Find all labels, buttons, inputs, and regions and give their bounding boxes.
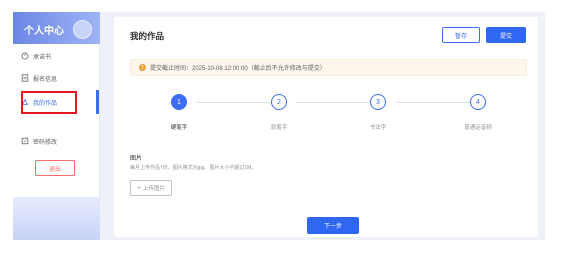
sidebar-item-password[interactable]: 密码修改 xyxy=(21,135,57,147)
step-1-circle[interactable]: 1 xyxy=(171,94,187,110)
plus-icon: + xyxy=(136,184,142,192)
upload-button-label: 上传图片 xyxy=(143,186,166,192)
sidebar-header: 个人中心 xyxy=(13,12,100,44)
edit-icon xyxy=(21,137,29,145)
step-connector xyxy=(296,102,378,103)
step-connector xyxy=(196,102,270,103)
sidebar-item-label: 密码修改 xyxy=(33,139,58,146)
page-title: 我的作品 xyxy=(130,31,165,41)
submit-button[interactable]: 提交 xyxy=(486,27,526,43)
step-2-label: 软笔字 xyxy=(270,125,288,131)
step-1-label: 硬笔字 xyxy=(170,125,188,131)
app-shell: 个人中心 承诺书 报名信息 我的作品 密码修改 退出 我的作品 暂存 提交 ! … xyxy=(13,12,545,240)
logout-button[interactable]: 退出 xyxy=(35,160,75,176)
step-4-circle[interactable]: 4 xyxy=(470,94,486,110)
shield-icon xyxy=(21,52,29,60)
sidebar-item-label: 报名信息 xyxy=(33,76,58,83)
sidebar: 个人中心 承诺书 报名信息 我的作品 密码修改 退出 xyxy=(13,12,100,240)
deadline-notice: ! 提交截止时间：2025-10-08 12:00:00（截止后不允许修改与提交… xyxy=(130,59,527,76)
main-panel: 我的作品 暂存 提交 ! 提交截止时间：2025-10-08 12:00:00（… xyxy=(114,17,538,237)
next-step-button[interactable]: 下一步 xyxy=(307,217,359,234)
avatar xyxy=(73,20,92,39)
step-3-label: 书法字 xyxy=(369,125,387,131)
upload-image-button[interactable]: + 上传图片 xyxy=(130,180,172,196)
step-4-label: 普通话音频 xyxy=(464,125,492,131)
notice-text: 提交截止时间：2025-10-08 12:00:00（截止后不允许修改与提交） xyxy=(150,66,326,72)
sidebar-active-indicator xyxy=(96,90,99,114)
sidebar-decoration xyxy=(13,197,100,240)
sidebar-item-commitment[interactable]: 承诺书 xyxy=(21,50,51,62)
sidebar-item-label: 承诺书 xyxy=(33,54,52,61)
step-connector xyxy=(396,102,476,103)
upload-label: 图片 xyxy=(130,156,143,162)
warning-icon: ! xyxy=(139,64,146,71)
form-icon xyxy=(21,74,29,82)
upload-hint: 每月上传作品7份，图片格式为jpg、图片大小不超过1M。 xyxy=(130,165,257,171)
step-3-circle[interactable]: 3 xyxy=(370,94,386,110)
sidebar-item-registration[interactable]: 报名信息 xyxy=(21,72,57,84)
highlight-box xyxy=(21,91,77,114)
save-draft-button[interactable]: 暂存 xyxy=(442,27,480,43)
step-2-circle[interactable]: 2 xyxy=(271,94,287,110)
sidebar-title: 个人中心 xyxy=(24,26,64,37)
